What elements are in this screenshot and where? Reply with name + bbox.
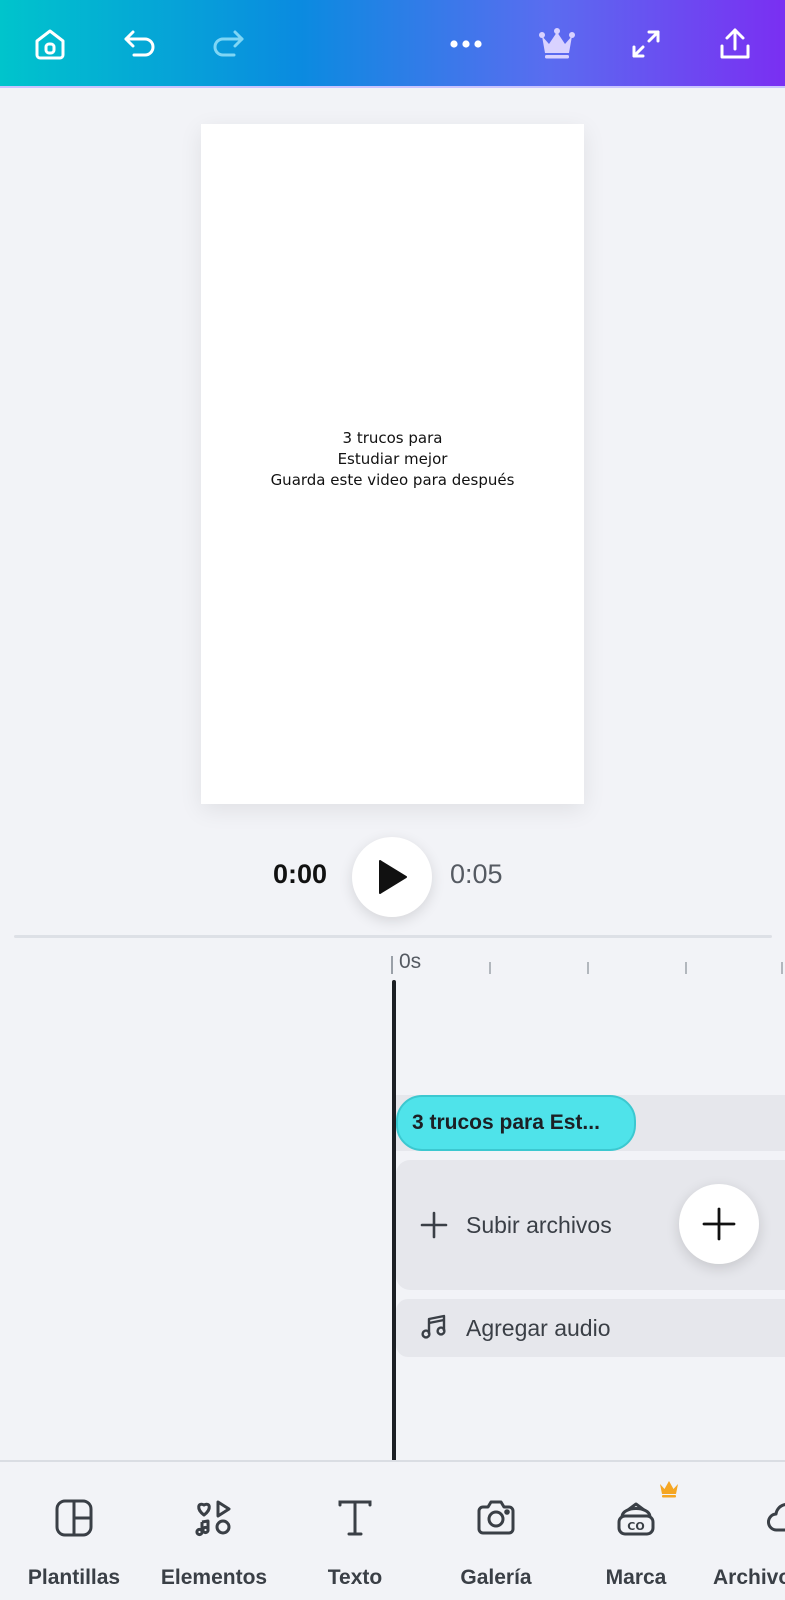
canvas-text-block[interactable]: 3 trucos para Estudiar mejor Guarda este…	[271, 428, 515, 491]
elements-icon	[195, 1500, 231, 1537]
camera-icon	[477, 1500, 515, 1535]
canvas-line-2: Estudiar mejor	[337, 449, 448, 468]
ruler-tick	[781, 962, 783, 974]
nav-gallery-label: Galería	[460, 1566, 532, 1589]
music-note-icon	[421, 1314, 446, 1339]
timeline-divider	[14, 935, 772, 938]
nav-elements[interactable]: Elementos	[144, 1462, 284, 1600]
play-icon	[379, 860, 407, 894]
nav-templates-label: Plantillas	[27, 1566, 121, 1589]
redo-icon	[213, 30, 244, 57]
current-time: 0:00	[273, 859, 328, 889]
nav-files[interactable]: Archivos	[705, 1462, 785, 1600]
text-clip[interactable]: 3 trucos para Est...	[396, 1095, 636, 1151]
more-options-button[interactable]	[440, 18, 492, 70]
premium-crown-icon	[660, 1481, 678, 1498]
total-duration: 0:05	[450, 859, 503, 889]
cloud-icon	[767, 1503, 785, 1532]
nav-elements-label: Elementos	[160, 1566, 268, 1589]
play-button[interactable]	[352, 837, 432, 917]
nav-text-label: Texto	[327, 1566, 383, 1589]
fullscreen-button[interactable]	[620, 18, 672, 70]
nav-gallery[interactable]: Galería	[426, 1462, 566, 1600]
home-icon	[35, 29, 65, 60]
crown-icon	[539, 28, 575, 59]
design-canvas[interactable]: 3 trucos para Estudiar mejor Guarda este…	[201, 124, 584, 804]
home-button[interactable]	[24, 18, 76, 70]
plus-icon	[420, 1211, 448, 1239]
premium-button[interactable]	[531, 18, 583, 70]
ruler-tick-0	[391, 956, 393, 974]
canvas-line-1: 3 trucos para	[342, 428, 443, 447]
nav-templates[interactable]: Plantillas	[4, 1462, 144, 1600]
share-button[interactable]	[709, 18, 761, 70]
templates-icon	[55, 1499, 93, 1537]
expand-icon	[632, 30, 660, 58]
add-audio-label[interactable]: Agregar audio	[466, 1315, 611, 1342]
undo-icon	[124, 30, 155, 57]
timeline-playhead[interactable]	[392, 980, 396, 1462]
ruler-tick	[685, 962, 687, 974]
plus-icon	[702, 1207, 736, 1241]
brand-icon: CO	[617, 1502, 655, 1536]
ruler-tick	[587, 962, 589, 974]
nav-brand-label: Marca	[605, 1566, 667, 1589]
bottom-navigation: Plantillas Elementos Texto Galería CO Ma…	[0, 1460, 785, 1600]
share-icon	[720, 28, 750, 59]
nav-brand[interactable]: CO Marca	[566, 1462, 706, 1600]
canvas-line-3: Guarda este video para después	[270, 470, 515, 489]
add-media-button[interactable]	[679, 1184, 759, 1264]
more-icon	[450, 40, 482, 48]
text-clip-label: 3 trucos para Est...	[412, 1111, 600, 1134]
undo-button[interactable]	[114, 18, 166, 70]
ruler-tick	[489, 962, 491, 974]
nav-text[interactable]: Texto	[285, 1462, 425, 1600]
nav-files-label: Archivos	[713, 1566, 785, 1589]
redo-button[interactable]	[202, 18, 254, 70]
upload-files-label[interactable]: Subir archivos	[466, 1212, 612, 1239]
svg-text:CO: CO	[627, 1520, 644, 1533]
text-icon	[338, 1500, 372, 1536]
top-toolbar	[0, 0, 785, 88]
ruler-label-0s: 0s	[399, 950, 422, 973]
